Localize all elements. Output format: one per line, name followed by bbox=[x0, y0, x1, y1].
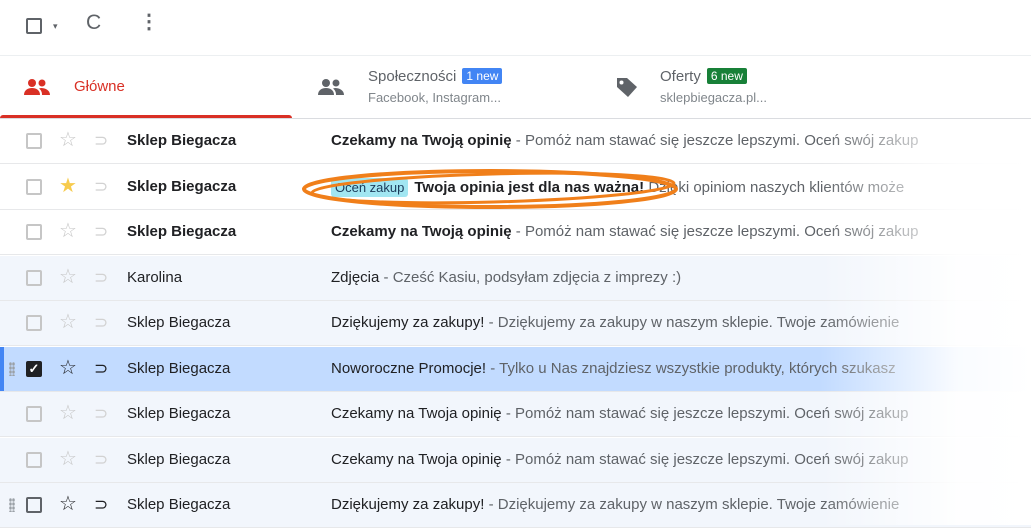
checkbox[interactable] bbox=[26, 451, 42, 468]
email-row[interactable]: ☆ ⊃ Sklep Biegacza Czekamy na Twoją opinię … bbox=[0, 119, 1031, 164]
subject-line: Czekamy na Twoja opinię - Pomóż nam staw… bbox=[331, 451, 1031, 468]
importance-marker-icon[interactable]: ⊃ bbox=[94, 130, 108, 152]
sender-name: Sklep Biegacza bbox=[127, 496, 231, 513]
sender-name: Karolina bbox=[127, 268, 183, 286]
importance-marker-icon[interactable]: ⊃ bbox=[94, 221, 108, 243]
subject-line: Noworoczne Promocje! - Tylko u Nas znajd… bbox=[331, 360, 1031, 377]
tab-social-title: Społeczności 1 new bbox=[368, 68, 503, 85]
tab-offers[interactable]: Oferty 6 new sklepbiegacza.pl... bbox=[610, 56, 910, 118]
email-subject: Twoja opinia jest dla nas ważna! bbox=[414, 178, 645, 196]
email-snippet: - Cześć Kasiu, podsyłam zdjęcia z imprez… bbox=[379, 268, 682, 286]
email-subject: Dziękujemy za zakupy! bbox=[331, 314, 485, 331]
category-tabs: Główne Społeczności 1 new Facebook, Insta… bbox=[0, 56, 1031, 118]
star-icon[interactable]: ☆ bbox=[59, 266, 77, 288]
importance-marker-icon[interactable]: ⊃ bbox=[94, 312, 108, 334]
email-snippet: - Dziękujemy za zakupy w naszym sklepie.… bbox=[484, 314, 900, 331]
star-icon[interactable]: ☆ bbox=[59, 402, 77, 424]
star-icon[interactable]: ☆ bbox=[59, 311, 77, 333]
email-subject: Dziękujemy za zakupy! bbox=[331, 496, 485, 513]
email-row[interactable]: ☆ ⊃ Sklep Biegacza Czekamy na Twoja opinię … bbox=[0, 437, 1031, 483]
drag-handle-icon[interactable] bbox=[9, 361, 15, 376]
star-icon[interactable]: ☆ bbox=[59, 448, 77, 470]
sender-name: Sklep Biegacza bbox=[127, 314, 231, 331]
email-subject: Czekamy na Twoja opinię bbox=[331, 405, 502, 422]
email-subject: Czekamy na Twoja opinię bbox=[331, 450, 502, 468]
refresh-icon[interactable]: C bbox=[86, 11, 101, 35]
email-snippet: - Pomóż nam stawać się jeszcze lepszymi.… bbox=[511, 223, 919, 240]
tab-social-sources: Facebook, Instagram... bbox=[368, 90, 501, 105]
drag-handle-icon[interactable] bbox=[9, 498, 15, 512]
sender-name: Sklep Biegacza bbox=[127, 177, 237, 195]
importance-marker-icon[interactable]: ⊃ bbox=[94, 449, 108, 471]
select-options-caret-icon[interactable]: ▾ bbox=[53, 21, 58, 32]
checkbox[interactable] bbox=[26, 269, 42, 286]
email-snippet: - Tylko u Nas znajdziesz wszystkie produ… bbox=[486, 359, 896, 377]
star-icon[interactable]: ☆ bbox=[59, 220, 77, 242]
checkbox[interactable] bbox=[26, 224, 42, 240]
importance-marker-icon[interactable]: ⊃ bbox=[94, 358, 108, 380]
email-row[interactable]: ☆ ⊃ Karolina Zdjęcia - Cześć Kasiu, podsyła… bbox=[0, 255, 1031, 301]
sender-name: Sklep Biegacza bbox=[127, 359, 231, 377]
new-count-badge: 1 new bbox=[462, 68, 503, 84]
checkbox[interactable]: ✓ bbox=[26, 360, 42, 377]
email-subject: Zdjęcia bbox=[331, 268, 380, 286]
checkbox[interactable] bbox=[26, 406, 42, 422]
subject-line: Dziękujemy za zakupy! - Dziękujemy za za… bbox=[331, 314, 1031, 331]
star-icon[interactable]: ☆ bbox=[59, 357, 77, 379]
star-icon[interactable]: ★ bbox=[59, 175, 77, 197]
checkbox[interactable] bbox=[26, 497, 42, 513]
email-row[interactable]: ☆ ⊃ Sklep Biegacza Dziękujemy za zakupy! - … bbox=[0, 483, 1031, 528]
email-subject: Czekamy na Twoją opinię bbox=[331, 132, 512, 149]
sender-name: Sklep Biegacza bbox=[127, 450, 231, 468]
subject-line: Oceń zakup Twoja opinia jest dla nas ważn… bbox=[331, 177, 1031, 197]
toolbar: ▾ C ⋮ bbox=[0, 0, 1031, 55]
subject-line: Dziękujemy za zakupy! - Dziękujemy za za… bbox=[331, 496, 1031, 513]
importance-marker-icon[interactable]: ⊃ bbox=[94, 267, 108, 289]
checkbox[interactable] bbox=[26, 178, 42, 195]
star-icon[interactable]: ☆ bbox=[59, 493, 77, 515]
email-subject: Noworoczne Promocje! bbox=[331, 359, 487, 377]
tab-main-label: Główne bbox=[74, 78, 125, 95]
email-row[interactable]: ☆ ⊃ Sklep Biegacza Czekamy na Twoja opinię … bbox=[0, 392, 1031, 437]
tab-offers-title: Oferty 6 new bbox=[660, 68, 747, 85]
subject-line: Czekamy na Twoja opinię - Pomóż nam staw… bbox=[331, 405, 1031, 422]
importance-marker-icon[interactable]: ⊃ bbox=[94, 403, 108, 425]
tab-offers-label: Oferty bbox=[660, 68, 701, 85]
label-chip[interactable]: Oceń zakup bbox=[331, 177, 409, 197]
email-subject: Czekamy na Twoją opinię bbox=[331, 223, 512, 240]
email-snippet: - Pomóż nam stawać się jeszcze lepszymi.… bbox=[501, 405, 909, 422]
subject-line: Czekamy na Twoją opinię - Pomóż nam staw… bbox=[331, 132, 1031, 149]
checkbox[interactable] bbox=[26, 133, 42, 149]
new-count-badge: 6 new bbox=[706, 68, 747, 84]
sender-name: Sklep Biegacza bbox=[127, 132, 237, 149]
email-row[interactable]: ☆ ⊃ Sklep Biegacza Czekamy na Twoją opinię … bbox=[0, 210, 1031, 255]
email-row[interactable]: ✓ ☆ ⊃ Sklep Biegacza Noworoczne Promocje! - … bbox=[0, 346, 1031, 392]
email-snippet: - Dziękujemy za zakupy w naszym sklepie.… bbox=[484, 496, 900, 513]
tab-main[interactable]: Główne bbox=[0, 56, 292, 118]
email-snippet: - Pomóż nam stawać się jeszcze lepszymi.… bbox=[511, 132, 919, 149]
sender-name: Sklep Biegacza bbox=[127, 223, 237, 240]
tab-social-label: Społeczności bbox=[368, 68, 457, 85]
sender-name: Sklep Biegacza bbox=[127, 405, 231, 422]
importance-marker-icon[interactable]: ⊃ bbox=[94, 176, 108, 198]
star-icon[interactable]: ☆ bbox=[59, 129, 77, 151]
select-all-checkbox[interactable] bbox=[26, 18, 42, 34]
more-options-icon[interactable]: ⋮ bbox=[139, 12, 159, 32]
email-snippet: Dzięki opiniom naszych klientów może bbox=[644, 178, 905, 196]
checkbox[interactable] bbox=[26, 315, 42, 331]
email-snippet: - Pomóż nam stawać się jeszcze lepszymi.… bbox=[501, 450, 909, 468]
tab-social[interactable]: Społeczności 1 new Facebook, Instagram... bbox=[318, 56, 598, 118]
email-row[interactable]: ☆ ⊃ Sklep Biegacza Dziękujemy za zakupy! - … bbox=[0, 301, 1031, 346]
importance-marker-icon[interactable]: ⊃ bbox=[94, 494, 108, 516]
people-icon bbox=[24, 79, 50, 95]
subject-line: Czekamy na Twoją opinię - Pomóż nam staw… bbox=[331, 223, 1031, 240]
subject-line: Zdjęcia - Cześć Kasiu, podsyłam zdjęcia … bbox=[331, 269, 1031, 286]
people-icon bbox=[318, 79, 344, 95]
tab-offers-sources: sklepbiegacza.pl... bbox=[660, 90, 767, 105]
email-row[interactable]: ★ ⊃ Sklep Biegacza Oceń zakup Twoja opinia j… bbox=[0, 165, 1031, 210]
tag-icon bbox=[617, 78, 637, 97]
